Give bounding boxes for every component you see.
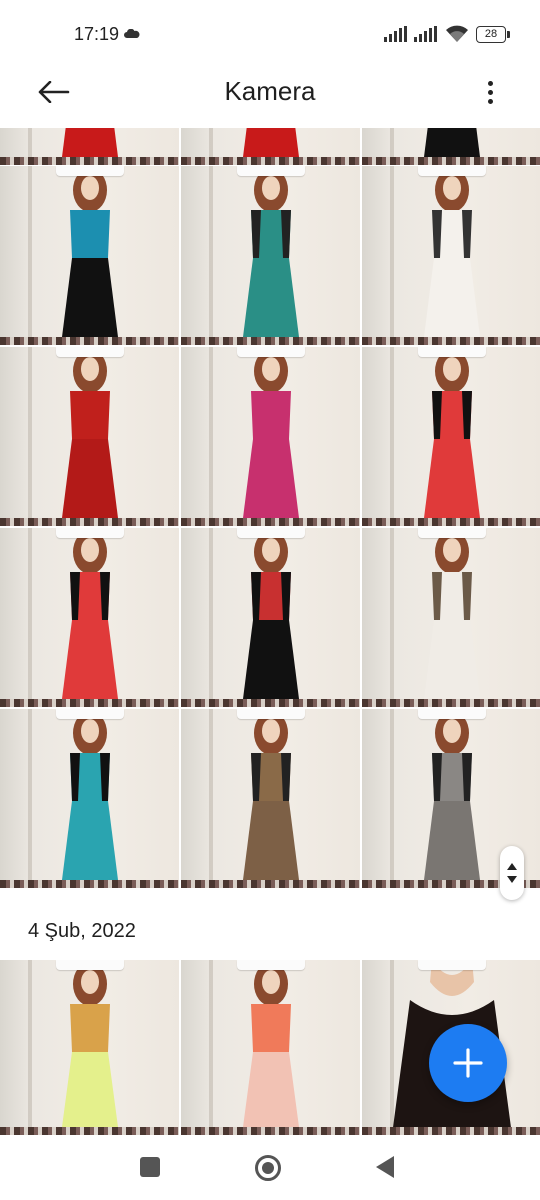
price-tag: [237, 528, 305, 538]
photo-thumbnail[interactable]: [0, 166, 179, 345]
dress-figure: [424, 168, 480, 337]
photo-thumbnail[interactable]: [181, 709, 360, 888]
plus-icon: [453, 1048, 483, 1078]
photo-thumbnail[interactable]: [181, 347, 360, 526]
floor-strip: [362, 518, 540, 526]
price-tag: [237, 347, 305, 357]
back-icon[interactable]: [376, 1156, 394, 1178]
photo-thumbnail[interactable]: [0, 528, 179, 707]
floor-strip: [0, 880, 179, 888]
photo-thumbnail[interactable]: [0, 709, 179, 888]
signal-icon: [414, 26, 437, 42]
dress-figure: [424, 530, 480, 699]
floor-strip: [362, 1127, 540, 1135]
signal-icon: [384, 26, 407, 42]
floor-strip: [0, 699, 179, 707]
price-tag: [237, 960, 305, 970]
photo-thumbnail[interactable]: [362, 128, 540, 165]
system-nav-bar: [0, 1135, 540, 1200]
floor-strip: [181, 518, 360, 526]
price-tag: [56, 528, 124, 538]
section-date: 4 Şub, 2022: [28, 920, 136, 942]
scroll-up-arrow-icon: [507, 863, 517, 870]
dress-figure: [62, 349, 118, 518]
floor-strip: [0, 157, 179, 165]
floor-strip: [181, 337, 360, 345]
dress-figure: [243, 168, 299, 337]
dress-figure: [424, 349, 480, 518]
dress-figure: [243, 530, 299, 699]
dress-figure: [62, 530, 118, 699]
price-tag: [418, 166, 486, 176]
photo-thumbnail[interactable]: [181, 960, 360, 1135]
price-tag: [56, 960, 124, 970]
photo-thumbnail[interactable]: [0, 960, 179, 1135]
app-bar: Kamera: [0, 58, 540, 128]
floor-strip: [362, 699, 540, 707]
price-tag: [418, 528, 486, 538]
photo-thumbnail[interactable]: [181, 166, 360, 345]
battery-level: 28: [484, 28, 498, 40]
price-tag: [56, 166, 124, 176]
price-tag: [56, 709, 124, 719]
dress-figure: [243, 711, 299, 880]
photo-thumbnail[interactable]: [181, 128, 360, 165]
price-tag: [56, 347, 124, 357]
page-title: Kamera: [224, 76, 316, 106]
photo-grid: 4 Şub, 2022: [0, 128, 540, 1135]
price-tag: [418, 709, 486, 719]
photo-thumbnail[interactable]: [0, 347, 179, 526]
floor-strip: [181, 880, 360, 888]
battery-tip: [507, 31, 510, 38]
cloud-icon: [124, 29, 140, 38]
status-time: 17:19: [74, 24, 120, 44]
dress-figure: [62, 168, 118, 337]
scroll-down-arrow-icon: [507, 876, 517, 883]
price-tag: [418, 960, 486, 970]
more-options-button[interactable]: [470, 72, 510, 112]
dot: [487, 89, 493, 95]
floor-strip: [181, 1127, 360, 1135]
photo-thumbnail[interactable]: [0, 128, 179, 165]
dress-figure: [62, 711, 118, 880]
dress-figure: [243, 962, 299, 1127]
floor-strip: [0, 518, 179, 526]
price-tag: [237, 166, 305, 176]
battery-icon: 28: [476, 26, 506, 43]
wifi-icon: [446, 25, 468, 42]
photo-thumbnail[interactable]: [362, 347, 540, 526]
floor-strip: [362, 337, 540, 345]
recents-icon[interactable]: [140, 1157, 160, 1177]
photo-thumbnail[interactable]: [362, 528, 540, 707]
floor-strip: [0, 1127, 179, 1135]
dot: [487, 98, 493, 104]
dress-figure: [62, 962, 118, 1127]
photo-thumbnail[interactable]: [362, 166, 540, 345]
home-icon[interactable]: [255, 1155, 281, 1181]
floor-strip: [181, 699, 360, 707]
more-vertical-icon: [487, 80, 493, 86]
photo-thumbnail[interactable]: [181, 528, 360, 707]
floor-strip: [181, 157, 360, 165]
price-tag: [237, 709, 305, 719]
dress-figure: [243, 349, 299, 518]
add-button[interactable]: [429, 1024, 507, 1102]
price-tag: [418, 347, 486, 357]
floor-strip: [0, 337, 179, 345]
fast-scroll-handle[interactable]: [500, 846, 524, 900]
floor-strip: [362, 157, 540, 165]
